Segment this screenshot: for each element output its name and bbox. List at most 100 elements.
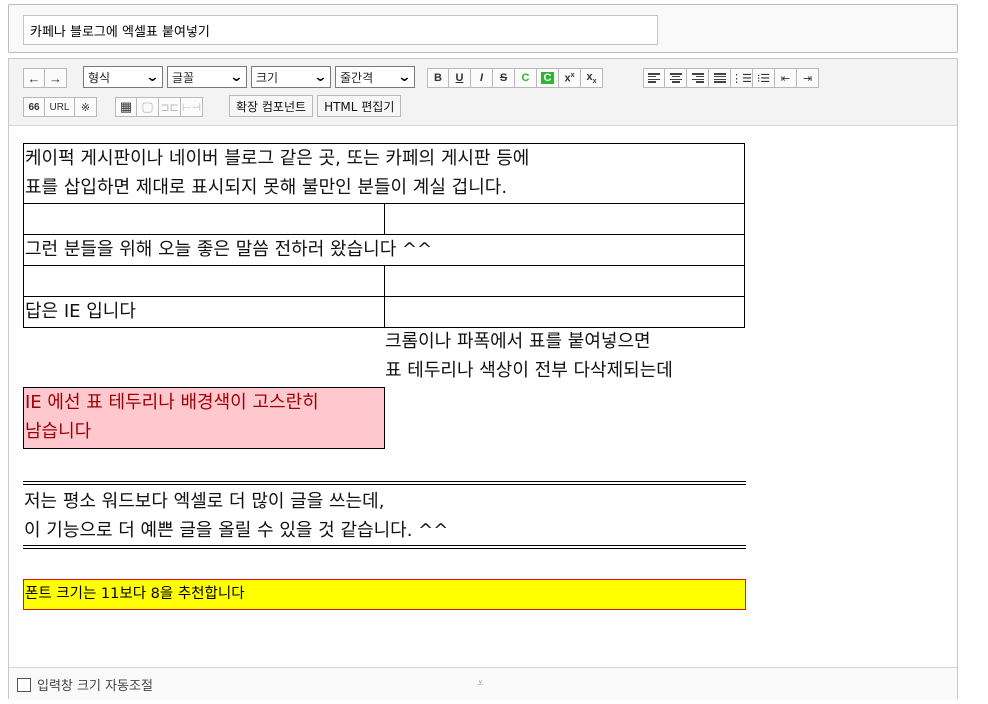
bg-color-icon: C xyxy=(540,72,555,84)
table-insert-button[interactable]: ▦ xyxy=(115,97,137,117)
double-rule-bottom xyxy=(23,545,746,549)
answer-cell: 답은 IE 입니다 xyxy=(23,296,385,328)
unordered-list-button[interactable]: ⁝☰ xyxy=(753,68,775,88)
merge-cells-icon: ⊐⊏ xyxy=(160,101,179,114)
excel-line-2: 이 기능으로 더 예쁜 글을 올릴 수 있을 것 같습니다. ^^ xyxy=(24,520,449,541)
redo-button[interactable]: → xyxy=(45,68,67,88)
ie-line-1: IE 에선 표 테두리나 배경색이 고스란히 xyxy=(25,392,319,413)
undo-button[interactable]: ← xyxy=(23,68,45,88)
intro-cell: 케이퍽 게시판이나 네이버 블로그 같은 곳, 또는 카페의 게시판 등에 표를… xyxy=(23,143,745,204)
insert-group: 66 URL ※ xyxy=(23,96,97,118)
url-icon: URL xyxy=(49,101,70,113)
chrome-line-1: 크롬이나 파폭에서 표를 붙여넣으면 xyxy=(385,331,651,352)
text-style-group: B U I S C C xx xx xyxy=(427,67,603,89)
bg-color-button[interactable]: C xyxy=(537,68,559,88)
ordered-list-icon: ⋮☰ xyxy=(731,72,752,85)
outdent-button[interactable]: ⇤ xyxy=(775,68,797,88)
ie-line-2: 남습니다 xyxy=(25,421,92,442)
align-group: ⋮☰ ⁝☰ ⇤ ⇥ xyxy=(643,67,819,89)
history-group: ← → xyxy=(23,67,67,89)
title-area xyxy=(8,4,958,53)
ordered-list-button[interactable]: ⋮☰ xyxy=(731,68,753,88)
intro-line-2: 표를 삽입하면 제대로 표시되지 못해 불만인 분들이 계실 겁니다. xyxy=(25,177,508,198)
size-select-label: 크기 xyxy=(256,70,279,85)
bold-icon: B xyxy=(434,72,442,84)
quote-button[interactable]: 66 xyxy=(23,97,45,117)
format-select[interactable]: 형식 ⌄ xyxy=(83,66,163,88)
font-select[interactable]: 글꼴 ⌄ xyxy=(167,66,247,88)
align-left-button[interactable] xyxy=(643,68,665,88)
editor-content[interactable]: 케이퍽 게시판이나 네이버 블로그 같은 곳, 또는 카페의 게시판 등에 표를… xyxy=(9,126,957,666)
format-select-label: 형식 xyxy=(88,70,111,85)
special-char-button[interactable]: ※ xyxy=(75,97,97,117)
align-right-icon xyxy=(691,73,704,83)
arrow-right-icon: → xyxy=(49,70,62,86)
html-edit-button[interactable]: HTML 편집기 xyxy=(317,95,402,117)
font-color-button[interactable]: C xyxy=(515,68,537,88)
bold-button[interactable]: B xyxy=(427,68,449,88)
align-justify-icon xyxy=(713,73,726,83)
unordered-list-icon: ⁝☰ xyxy=(756,72,771,85)
empty-cell xyxy=(23,203,385,235)
italic-button[interactable]: I xyxy=(471,68,493,88)
editor-footer: 입력창 크기 자동조절 ⩡ xyxy=(9,667,957,700)
chevron-down-icon: ⌄ xyxy=(229,69,244,85)
strike-icon: S xyxy=(499,72,508,84)
autosize-checkbox[interactable] xyxy=(17,678,31,692)
merge-cells-button[interactable]: ⊐⊏ xyxy=(159,97,181,117)
special-char-icon: ※ xyxy=(80,101,91,114)
font-tip-cell: 폰트 크기는 11보다 8을 추천합니다 xyxy=(23,579,746,610)
align-justify-button[interactable] xyxy=(709,68,731,88)
empty-cell xyxy=(384,296,745,328)
title-input[interactable] xyxy=(23,15,658,45)
outdent-icon: ⇤ xyxy=(780,72,791,85)
excel-line-1: 저는 평소 워드보다 엑셀로 더 많이 글을 쓰는데, xyxy=(24,491,385,512)
select-group: 형식 ⌄ 글꼴 ⌄ 크기 ⌄ 줄간격 ⌄ xyxy=(83,66,419,88)
empty-cell xyxy=(384,203,745,235)
italic-icon: I xyxy=(479,72,484,84)
chevron-down-icon: ⌄ xyxy=(397,69,412,85)
chevron-down-icon: ⌄ xyxy=(145,69,160,85)
intro-table: 케이퍽 게시판이나 네이버 블로그 같은 곳, 또는 카페의 게시판 등에 표를… xyxy=(23,143,745,328)
underline-icon: U xyxy=(455,72,464,84)
extend-component-button[interactable]: 확장 컴포넌트 xyxy=(229,95,314,117)
line-height-select[interactable]: 줄간격 ⌄ xyxy=(335,66,415,88)
cell-button[interactable]: ▢ xyxy=(137,97,159,117)
toolbar: ← → 형식 ⌄ 글꼴 ⌄ 크기 ⌄ 줄간격 ⌄ B U I S C C xx … xyxy=(9,59,957,126)
split-cells-button[interactable]: ⊢⊣ xyxy=(181,97,203,117)
double-rule-top xyxy=(23,481,746,485)
table-group: ▦ ▢ ⊐⊏ ⊢⊣ xyxy=(115,96,203,118)
align-right-button[interactable] xyxy=(687,68,709,88)
size-select[interactable]: 크기 ⌄ xyxy=(251,66,331,88)
resize-handle-icon[interactable]: ⩡ xyxy=(477,676,484,691)
chrome-note: 크롬이나 파폭에서 표를 붙여넣으면 표 테두리나 색상이 전부 다삭제되는데 xyxy=(385,327,673,385)
intro-line-1: 케이퍽 게시판이나 네이버 블로그 같은 곳, 또는 카페의 게시판 등에 xyxy=(25,148,530,169)
subscript-button[interactable]: xx xyxy=(581,68,603,88)
align-center-button[interactable] xyxy=(665,68,687,88)
for-you-cell: 그런 분들을 위해 오늘 좋은 말씀 전하러 왔습니다 ^^ xyxy=(23,234,745,266)
answer-text: 답은 IE 입니다 xyxy=(25,301,136,322)
url-button[interactable]: URL xyxy=(45,97,75,117)
indent-button[interactable]: ⇥ xyxy=(797,68,819,88)
align-left-icon xyxy=(648,73,660,83)
ie-cell: IE 에선 표 테두리나 배경색이 고스란히 남습니다 xyxy=(23,387,385,449)
extra-group: 확장 컴포넌트 HTML 편집기 xyxy=(229,95,405,117)
font-color-icon: C xyxy=(521,72,530,84)
arrow-left-icon: ← xyxy=(27,70,41,86)
autosize-label: 입력창 크기 자동조절 xyxy=(37,679,153,694)
for-you-text: 그런 분들을 위해 오늘 좋은 말씀 전하러 왔습니다 ^^ xyxy=(25,239,433,260)
superscript-button[interactable]: xx xyxy=(559,68,581,88)
font-select-label: 글꼴 xyxy=(172,70,195,85)
quote-icon: 66 xyxy=(28,101,40,113)
empty-cell xyxy=(23,265,385,297)
line-height-select-label: 줄간격 xyxy=(340,70,374,85)
underline-button[interactable]: U xyxy=(449,68,471,88)
empty-cell xyxy=(384,265,745,297)
strike-button[interactable]: S xyxy=(493,68,515,88)
subscript-icon: xx xyxy=(586,70,597,86)
excel-note: 저는 평소 워드보다 엑셀로 더 많이 글을 쓰는데, 이 기능으로 더 예쁜 … xyxy=(24,487,448,545)
indent-icon: ⇥ xyxy=(802,72,813,85)
table-icon: ▦ xyxy=(119,99,133,114)
font-tip-text: 폰트 크기는 11보다 8을 추천합니다 xyxy=(25,586,245,602)
split-cells-icon: ⊢⊣ xyxy=(181,101,202,114)
